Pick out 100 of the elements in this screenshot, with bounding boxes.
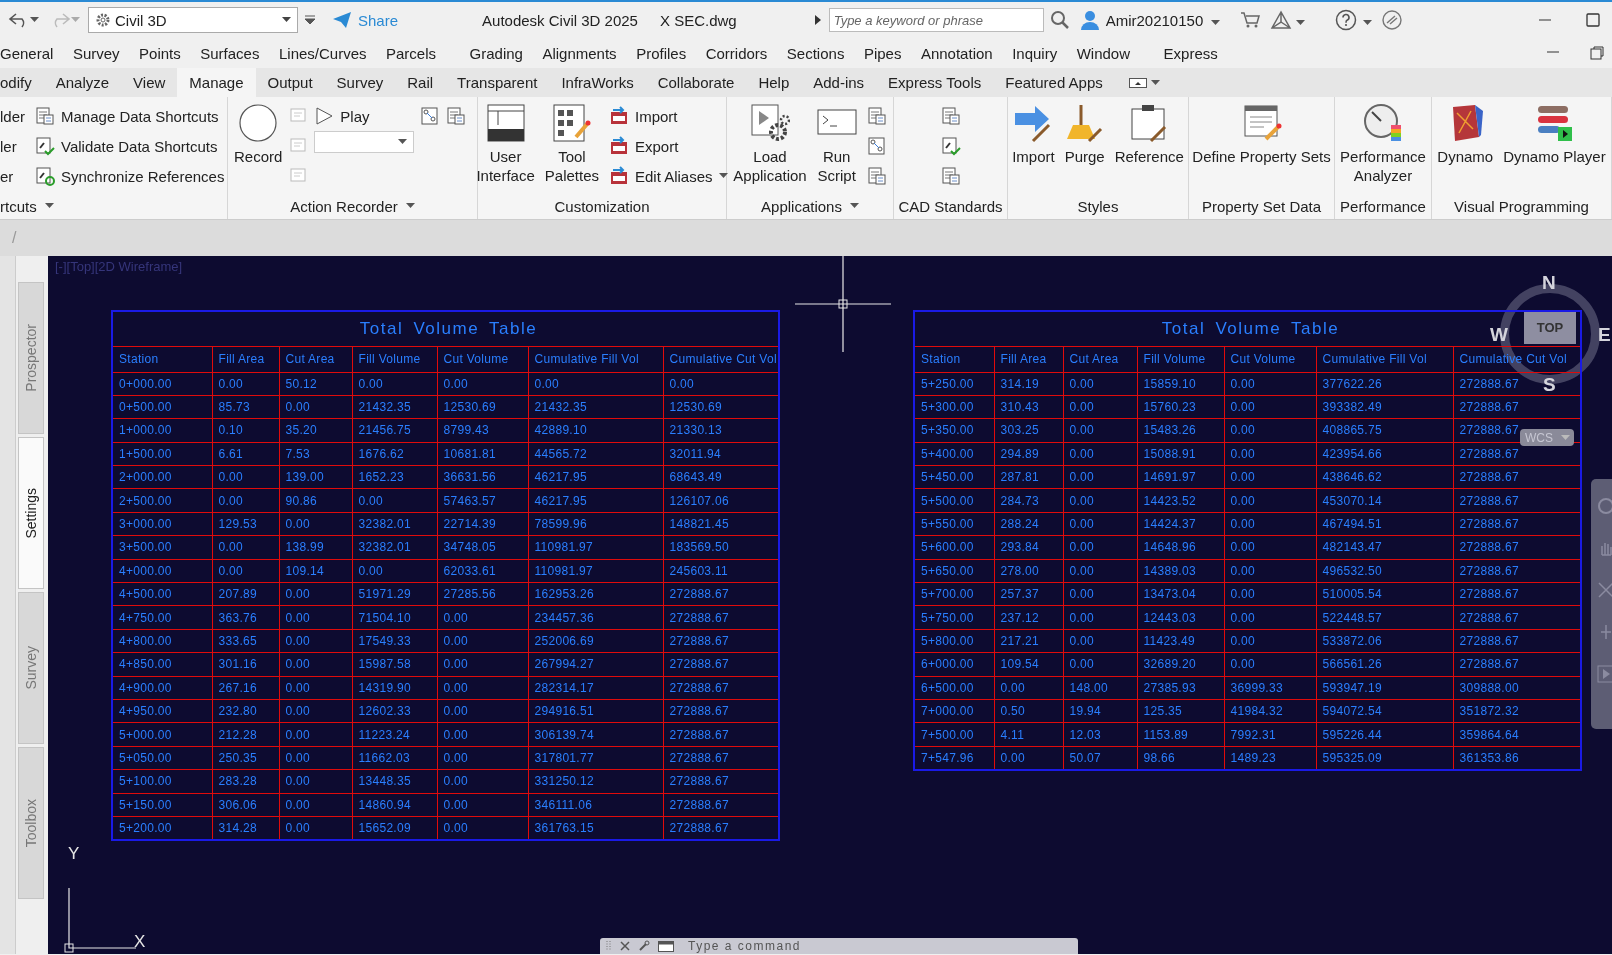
ribbon-button[interactable]: Tool Palettes <box>544 101 599 185</box>
table-cell: 41984.32 <box>1230 704 1283 719</box>
table-cell: 272888.67 <box>669 820 729 835</box>
ribbon-button[interactable]: er <box>0 161 25 191</box>
panel-title[interactable]: Property Set Data <box>1189 193 1334 219</box>
table-cell: 0.00 <box>1069 657 1095 672</box>
table-cell: 408865.75 <box>1322 423 1382 438</box>
table-cell: 272888.67 <box>1459 493 1519 508</box>
ribbon-tab[interactable]: Add-ins <box>801 68 877 97</box>
menu-item[interactable]: Window <box>1076 42 1131 64</box>
menu-item[interactable]: Express <box>1163 42 1218 64</box>
menu-item[interactable]: Sections <box>786 42 845 64</box>
ribbon-button[interactable]: Performance Analyzer <box>1340 101 1426 185</box>
ribbon-tab[interactable]: View <box>121 68 178 97</box>
menu-item[interactable]: Grading <box>469 42 523 64</box>
table-cell: 50.12 <box>285 376 318 391</box>
ribbon-button[interactable]: Import <box>609 101 728 131</box>
menu-item[interactable]: Survey <box>72 42 120 64</box>
ribbon-button[interactable]: ler <box>0 131 25 161</box>
ribbon-button[interactable]: Import <box>1012 101 1055 166</box>
table-cell: 272888.67 <box>669 680 729 695</box>
table-cell: 21330.13 <box>669 423 722 438</box>
ribbon-button[interactable]: Edit Aliases <box>609 161 728 191</box>
ribbon-tab[interactable]: Featured Apps <box>993 68 1115 97</box>
ribbon-button[interactable]: Record <box>234 101 283 166</box>
table-cell: 12443.03 <box>1143 610 1196 625</box>
ribbon-button[interactable]: lder <box>0 101 25 131</box>
menu-item[interactable]: Annotation <box>920 42 993 64</box>
menu-item[interactable]: Points <box>139 42 181 64</box>
ribbon-button[interactable]: Dynamo Player <box>1503 101 1606 166</box>
table-cell: 6.61 <box>218 446 244 461</box>
menu-item[interactable]: Inquiry <box>1012 42 1058 64</box>
ribbon-button[interactable]: Run Script <box>816 101 857 185</box>
panel-title[interactable]: Styles <box>1008 193 1188 219</box>
menu-item[interactable]: Parcels <box>386 42 437 64</box>
table-cell: 272888.67 <box>669 657 729 672</box>
ribbon-tab[interactable]: Collaborate <box>645 68 747 97</box>
table-cell: 14648.96 <box>1143 540 1196 555</box>
ribbon-tab[interactable]: Survey <box>324 68 396 97</box>
table-cell: 0.00 <box>443 727 469 742</box>
ribbon-tab[interactable]: Help <box>746 68 802 97</box>
ribbon-button[interactable]: Synchronize References <box>35 161 225 191</box>
panel-title[interactable]: Visual Programming <box>1432 193 1611 219</box>
user-name[interactable]: Amir20210150 <box>1105 11 1204 29</box>
column-header: Cumulative Cut Vol <box>669 352 777 366</box>
panel-title[interactable]: Customization <box>478 193 726 219</box>
table-cell: 0.00 <box>285 774 311 789</box>
workspace-dropdown[interactable]: Civil 3D <box>88 7 298 33</box>
menu-item[interactable]: Surfaces <box>200 42 260 64</box>
table-cell: 377622.26 <box>1322 376 1382 391</box>
search-field[interactable]: Type a keyword or phrase <box>828 8 1044 32</box>
table-cell: 1153.89 <box>1143 727 1189 742</box>
menu-item[interactable]: Pipes <box>863 42 902 64</box>
table-cell: 0.00 <box>1230 634 1256 648</box>
panel-title[interactable]: rtcuts <box>0 193 227 219</box>
ribbon-tab[interactable]: Transparent <box>445 68 550 97</box>
table-cell: 0.00 <box>1230 563 1256 578</box>
ribbon-tab[interactable]: Rail <box>395 68 446 97</box>
ribbon-button[interactable]: Manage Data Shortcuts <box>35 101 225 131</box>
panel-title[interactable]: Applications <box>727 193 893 219</box>
table-cell: 272888.67 <box>1459 610 1519 625</box>
column-header: Cumulative Fill Vol <box>534 352 639 366</box>
ribbon-button[interactable]: Load Application <box>733 101 807 185</box>
menu-item[interactable]: Corridors <box>705 42 768 64</box>
table-cell: 294.89 <box>1000 446 1039 461</box>
menu-item[interactable]: Lines/Curves <box>278 42 367 64</box>
panel-title[interactable]: Performance <box>1335 193 1431 219</box>
table-cell: 272888.67 <box>1459 376 1519 391</box>
command-input[interactable]: Type a command <box>688 939 802 953</box>
table-cell: 11423.49 <box>1143 634 1196 648</box>
palette-tab[interactable]: Settings <box>18 437 44 589</box>
ribbon-button[interactable]: Reference <box>1114 101 1184 166</box>
ribbon-button[interactable]: Export <box>609 131 728 161</box>
ribbon-tab[interactable]: Output <box>255 68 325 97</box>
ribbon-tab[interactable]: Manage <box>177 68 256 97</box>
panel-title[interactable]: CAD Standards <box>894 193 1007 219</box>
app-title: Autodesk Civil 3D 2025 <box>482 11 638 29</box>
menu-item[interactable]: General <box>0 42 54 64</box>
ribbon-button[interactable]: Purge <box>1064 101 1105 166</box>
table-cell: 0.00 <box>1230 376 1256 391</box>
table-cell: 314.28 <box>218 820 257 835</box>
menu-item[interactable]: Profiles <box>636 42 687 64</box>
table-cell: 0.00 <box>443 750 469 765</box>
table-cell: 0.00 <box>1069 470 1095 485</box>
ribbon-button[interactable]: Validate Data Shortcuts <box>35 131 225 161</box>
table-cell: 5+250.00 <box>921 376 974 391</box>
ribbon-button[interactable]: User Interface <box>476 101 535 185</box>
ribbon-button[interactable]: Define Property Sets <box>1192 101 1331 166</box>
table-cell: 595325.09 <box>1322 750 1382 765</box>
ribbon-tab[interactable]: InfraWorks <box>549 68 646 97</box>
ribbon-tab[interactable]: Express Tools <box>876 68 994 97</box>
ribbon-button[interactable]: Play <box>314 101 415 131</box>
table-title: Total Volume Table <box>359 318 538 338</box>
panel-title[interactable]: Action Recorder <box>228 193 477 219</box>
menu-item[interactable]: Alignments <box>542 42 617 64</box>
ribbon-button[interactable]: Dynamo <box>1437 101 1494 166</box>
table-cell: 267994.27 <box>534 657 594 672</box>
ribbon-tab[interactable]: odify <box>0 68 44 97</box>
view-cube-face[interactable]: TOP <box>1524 310 1576 344</box>
ribbon-tab[interactable]: Analyze <box>43 68 122 97</box>
